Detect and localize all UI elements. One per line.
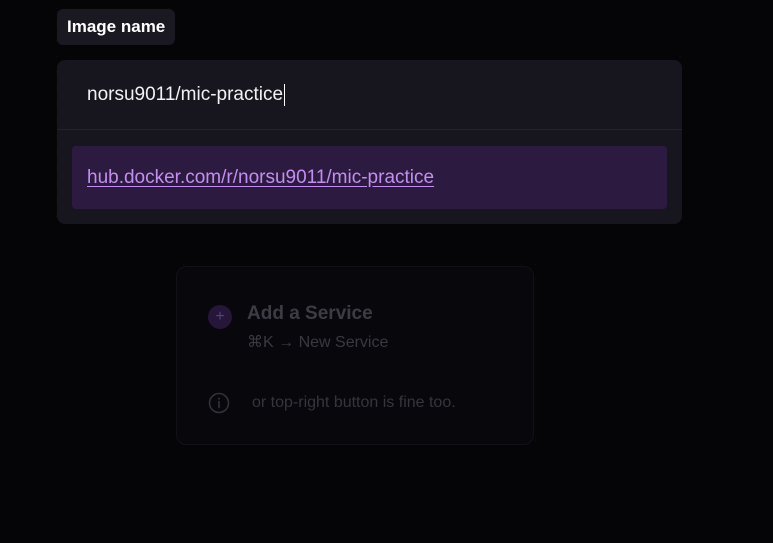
image-name-label: Image name (57, 9, 176, 45)
info-circle-icon (208, 392, 230, 414)
image-name-combobox: norsu9011/mic-practice hub.docker.com/r/… (57, 60, 682, 224)
image-name-label-text: Image name (67, 17, 166, 36)
text-cursor (284, 83, 286, 106)
plus-circle-icon: + (208, 305, 232, 329)
docker-hub-suggestion[interactable]: hub.docker.com/r/norsu9011/mic-practice (72, 146, 667, 209)
docker-hub-link[interactable]: hub.docker.com/r/norsu9011/mic-practice (87, 167, 434, 189)
image-name-input-value: norsu9011/mic-practice (87, 83, 284, 105)
add-service-hint-card: + Add a Service ⌘K → New Service or top-… (176, 266, 534, 445)
top-right-button-note: or top-right button is fine too. (252, 394, 456, 411)
plus-glyph: + (215, 308, 225, 325)
add-service-title: Add a Service (247, 303, 373, 324)
new-service-shortcut: ⌘K → New Service (247, 334, 389, 351)
image-name-input[interactable]: norsu9011/mic-practice (57, 60, 682, 130)
